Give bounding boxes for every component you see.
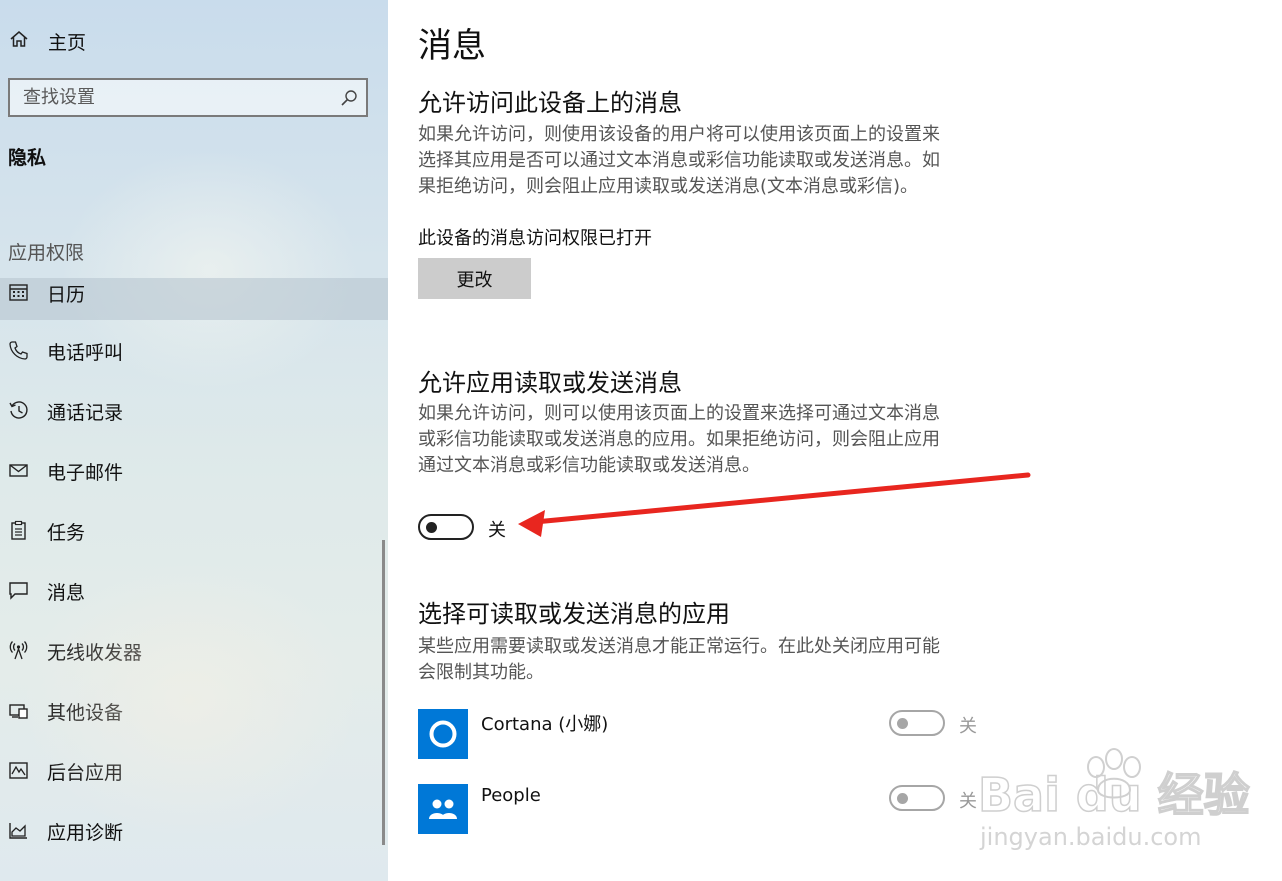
search-icon[interactable]	[340, 89, 358, 107]
app-tile-people	[418, 784, 468, 834]
sidebar-item-other-devices[interactable]: 其他设备	[0, 680, 388, 740]
mail-icon	[9, 464, 28, 477]
sidebar-item-label: 消息	[47, 582, 86, 604]
description-line: 通过文本消息或彩信功能读取或发送消息。	[418, 455, 760, 476]
sidebar-item-label: 电子邮件	[47, 462, 124, 484]
calendar-icon	[9, 284, 28, 301]
description-line: 选择其应用是否可以通过文本消息或彩信功能读取或发送消息。如	[418, 150, 940, 171]
description-line: 会限制其功能。	[418, 662, 544, 683]
home-label: 主页	[48, 32, 87, 54]
description-line: 如果允许访问，则可以使用该页面上的设置来选择可通过文本消息	[418, 403, 940, 424]
device-access-status: 此设备的消息访问权限已打开	[418, 228, 652, 249]
choose-apps-description: 某些应用需要读取或发送消息才能正常运行。在此处关闭应用可能 会限制其功能。	[418, 634, 978, 686]
sidebar-item-label: 日历	[47, 284, 86, 306]
app-access-description: 如果允许访问，则可以使用该页面上的设置来选择可通过文本消息 或彩信功能读取或发送…	[418, 401, 978, 479]
device-access-description: 如果允许访问，则使用该设备的用户将可以使用该页面上的设置来 选择其应用是否可以通…	[418, 122, 978, 200]
group-title-app-permissions: 应用权限	[8, 242, 85, 264]
sidebar-item-calendar[interactable]: 日历	[0, 278, 388, 320]
antenna-icon	[9, 641, 28, 660]
description-line: 如果允许访问，则使用该设备的用户将可以使用该页面上的设置来	[418, 124, 940, 145]
home-icon	[10, 31, 28, 47]
app-access-toggle[interactable]	[418, 514, 474, 540]
main-content: 消息 允许访问此设备上的消息 如果允许访问，则使用该设备的用户将可以使用该页面上…	[388, 0, 1282, 881]
chart-icon	[9, 823, 27, 839]
sidebar-item-email[interactable]: 电子邮件	[0, 440, 388, 500]
app-name-people: People	[481, 785, 541, 806]
cortana-toggle-state: 关	[959, 716, 977, 737]
toggle-knob	[897, 793, 908, 804]
sidebar-item-call-history[interactable]: 通话记录	[0, 380, 388, 440]
sidebar-item-label: 通话记录	[47, 402, 124, 424]
sidebar-item-label: 电话呼叫	[47, 342, 124, 364]
section-title-privacy: 隐私	[8, 147, 47, 169]
watermark-logo-text: Bai du 经验	[978, 768, 1250, 822]
clipboard-icon	[11, 520, 26, 540]
app-access-heading: 允许应用读取或发送消息	[418, 369, 682, 397]
search-input[interactable]	[10, 80, 330, 115]
page-title: 消息	[418, 26, 486, 66]
settings-search[interactable]	[8, 78, 368, 117]
message-icon	[9, 582, 28, 600]
cortana-toggle[interactable]	[889, 710, 945, 736]
sidebar-item-label: 后台应用	[47, 762, 124, 784]
change-button[interactable]: 更改	[418, 258, 531, 299]
sidebar: 主页 隐私 应用权限 日历 电话呼叫	[0, 0, 388, 881]
sidebar-scrollbar[interactable]	[382, 540, 385, 845]
app-name-cortana: Cortana (小娜)	[481, 714, 609, 735]
sidebar-item-label: 任务	[47, 522, 86, 544]
sidebar-item-label: 无线收发器	[47, 642, 143, 664]
app-access-toggle-state: 关	[488, 520, 506, 541]
sidebar-item-phone-calls[interactable]: 电话呼叫	[0, 320, 388, 380]
sidebar-item-label: 其他设备	[47, 702, 124, 724]
sidebar-item-background-apps[interactable]: 后台应用	[0, 740, 388, 800]
home-nav-item[interactable]: 主页	[0, 20, 388, 60]
sidebar-item-app-diagnostics[interactable]: 应用诊断	[0, 800, 388, 860]
sidebar-item-label: 应用诊断	[47, 822, 124, 844]
activity-icon	[9, 762, 28, 779]
toggle-knob	[426, 522, 437, 533]
people-toggle[interactable]	[889, 785, 945, 811]
people-icon	[429, 799, 457, 819]
sidebar-item-tasks[interactable]: 任务	[0, 500, 388, 560]
description-line: 某些应用需要读取或发送消息才能正常运行。在此处关闭应用可能	[418, 636, 940, 657]
nav-list: 日历 电话呼叫 通话记录 电子邮件 任务 消息 无线收发器 其他设备 后台应用 …	[0, 278, 388, 860]
history-icon	[9, 401, 28, 419]
app-tile-cortana	[418, 709, 468, 759]
people-toggle-state: 关	[959, 791, 977, 812]
choose-apps-heading: 选择可读取或发送消息的应用	[418, 600, 730, 628]
sidebar-item-messaging[interactable]: 消息	[0, 560, 388, 620]
toggle-knob	[897, 718, 908, 729]
watermark-url: jingyan.baidu.com	[979, 823, 1201, 851]
description-line: 或彩信功能读取或发送消息的应用。如果拒绝访问，则会阻止应用	[418, 429, 940, 450]
device-access-heading: 允许访问此设备上的消息	[418, 89, 682, 117]
baidu-jingyan-watermark: Bai du 经验 jingyan.baidu.com	[978, 748, 1250, 851]
phone-icon	[9, 341, 28, 360]
cortana-icon	[429, 720, 457, 748]
devices-icon	[9, 704, 28, 719]
sidebar-item-radios[interactable]: 无线收发器	[0, 620, 388, 680]
description-line: 果拒绝访问，则会阻止应用读取或发送消息(文本消息或彩信)。	[418, 176, 919, 197]
